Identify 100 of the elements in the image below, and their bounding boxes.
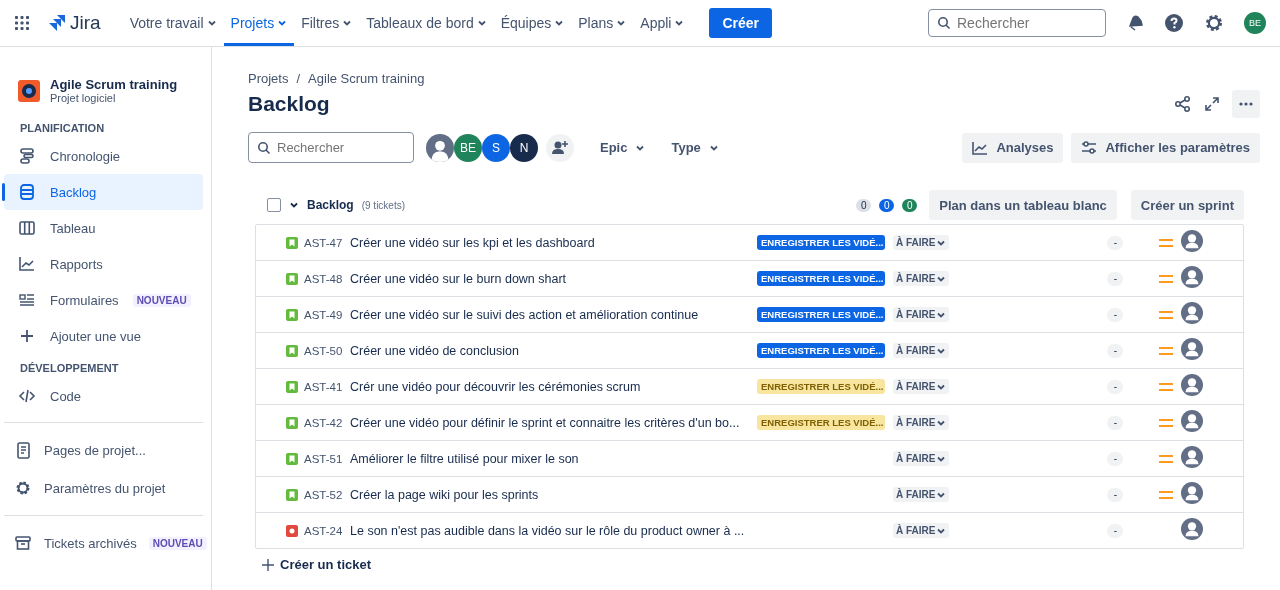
issue-row[interactable]: AST-50 Créer une vidéo de conclusion ENREGISTRER LES VIDÉ... À FAIRE - xyxy=(256,332,1243,368)
nav-tab[interactable]: Tableaux de bord xyxy=(359,0,494,46)
link-label: Pages de projet... xyxy=(44,442,146,458)
issue-row[interactable]: AST-51 Améliorer le filtre utilisé pour mixer le son À FAIRE - xyxy=(256,440,1243,476)
nav-tab[interactable]: Appli xyxy=(633,0,692,46)
breadcrumb-link[interactable]: Projets xyxy=(248,71,289,86)
issue-summary: Crér une vidéo pour découvrir les cérémonies scrum xyxy=(350,379,642,394)
sidebar-item[interactable]: Backlog xyxy=(4,174,203,210)
user-avatar-icon xyxy=(1181,302,1204,324)
status-dropdown[interactable]: À FAIRE xyxy=(893,487,950,502)
link-label: Paramètres du projet xyxy=(44,480,166,496)
epic-tag: ENREGISTRER LES VIDÉ... xyxy=(757,235,885,250)
chevron-down-icon xyxy=(342,18,353,28)
issue-key[interactable]: AST-49 xyxy=(304,308,343,321)
create-ticket-button[interactable]: Créer un ticket xyxy=(262,557,1244,572)
user-avatar[interactable]: N xyxy=(510,133,538,162)
user-avatar-icon xyxy=(1181,374,1204,396)
new-badge: NOUVEAU xyxy=(132,293,191,307)
sidebar-item[interactable]: Ajouter une vue xyxy=(4,318,203,354)
nav-tab[interactable]: Votre travail xyxy=(122,0,224,46)
issue-row[interactable]: AST-47 Créer une vidéo sur les kpi et les dashboard ENREGISTRER LES VIDÉ... À FAIRE - xyxy=(256,225,1243,260)
status-dropdown[interactable]: À FAIRE xyxy=(893,415,950,430)
issue-key[interactable]: AST-24 xyxy=(304,524,343,537)
issue-key[interactable]: AST-47 xyxy=(304,236,343,249)
issue-row[interactable]: AST-41 Crér une vidéo pour découvrir les cérémonies scrum ENREGISTRER LES VIDÉ... À FAIRE - xyxy=(256,368,1243,404)
issue-row[interactable]: AST-42 Créer une vidéo pour définir le sprint et connaitre les critères d'un bo... ENREGISTRER LES VIDÉ... À FAIRE - xyxy=(256,404,1243,440)
sidebar-item[interactable]: Formulaires NOUVEAU xyxy=(4,282,203,318)
issue-row[interactable]: AST-49 Créer une vidéo sur le suivi des action et amélioration continue ENREGISTRER LES VIDÉ... À FAIRE - xyxy=(256,296,1243,332)
breadcrumb-link[interactable]: Agile Scrum training xyxy=(308,71,425,86)
sidebar-item[interactable]: Code xyxy=(4,378,203,414)
plus-icon xyxy=(262,558,274,571)
status-dropdown[interactable]: À FAIRE xyxy=(893,271,950,286)
epic-tag: ENREGISTRER LES VIDÉ... xyxy=(757,307,885,322)
expand-icon[interactable] xyxy=(1204,96,1220,112)
app-grid-icon[interactable] xyxy=(14,15,30,31)
sidebar-link[interactable]: Paramètres du projet xyxy=(4,469,203,507)
item-label: Formulaires xyxy=(50,292,119,308)
create-sprint-button[interactable]: Créer un sprint xyxy=(1130,190,1244,220)
sidebar-item[interactable]: Rapports xyxy=(4,246,203,282)
issue-key[interactable]: AST-42 xyxy=(304,416,343,429)
nav-tab[interactable]: Équipes xyxy=(493,0,572,46)
estimate-badge: - xyxy=(1107,451,1124,466)
status-dropdown[interactable]: À FAIRE xyxy=(893,307,950,322)
view-settings-button[interactable]: Afficher les paramètres xyxy=(1071,132,1260,163)
user-avatar[interactable]: S xyxy=(482,133,510,162)
issue-row[interactable]: AST-48 Créer une vidéo sur le burn down shart ENREGISTRER LES VIDÉ... À FAIRE - xyxy=(256,260,1243,296)
sidebar-link[interactable]: Pages de projet... xyxy=(4,431,203,469)
user-avatar-icon xyxy=(1181,410,1204,432)
backlog-title: Backlog xyxy=(307,198,354,212)
issue-summary: Le son n'est pas audible dans la vidéo sur le rôle du product owner à ... xyxy=(350,523,746,538)
form-icon xyxy=(18,291,36,309)
epic-tag: ENREGISTRER LES VIDÉ... xyxy=(757,379,885,394)
whiteboard-plan-button[interactable]: Plan dans un tableau blanc xyxy=(929,190,1117,220)
chevron-down-icon xyxy=(206,18,217,28)
issue-key[interactable]: AST-51 xyxy=(304,452,343,465)
estimate-badge: - xyxy=(1107,379,1124,394)
status-dropdown[interactable]: À FAIRE xyxy=(893,343,950,358)
user-avatar-icon xyxy=(1181,482,1204,504)
project-name: Agile Scrum training xyxy=(50,77,178,92)
issue-key[interactable]: AST-52 xyxy=(304,488,343,501)
bell-icon[interactable] xyxy=(1126,14,1144,32)
nav-tab[interactable]: Plans xyxy=(571,0,634,46)
filter-dropdown[interactable]: Epic xyxy=(600,140,646,155)
line-chart-icon xyxy=(18,255,36,273)
help-icon[interactable] xyxy=(1164,13,1184,33)
filter-dropdown[interactable]: Type xyxy=(671,140,719,155)
stacked-list-icon xyxy=(18,183,36,201)
settings-icon[interactable] xyxy=(1204,13,1224,33)
chevron-down-icon xyxy=(616,18,627,28)
sidebar-item[interactable]: Tableau xyxy=(4,210,203,246)
epic-tag: ENREGISTRER LES VIDÉ... xyxy=(757,343,885,358)
code-icon xyxy=(18,387,36,405)
breadcrumb-separator: / xyxy=(296,71,301,86)
nav-tab[interactable]: Projets xyxy=(223,0,295,46)
issue-key[interactable]: AST-50 xyxy=(304,344,343,357)
add-person-icon[interactable] xyxy=(546,133,574,162)
issue-row[interactable]: AST-52 Créer la page wiki pour les sprints À FAIRE - xyxy=(256,476,1243,512)
user-avatar[interactable]: BE xyxy=(1244,12,1266,34)
create-button[interactable]: Créer xyxy=(709,8,773,38)
issue-key[interactable]: AST-48 xyxy=(304,272,343,285)
issue-summary: Améliorer le filtre utilisé pour mixer le son xyxy=(350,451,580,466)
nav-tab[interactable]: Filtres xyxy=(294,0,360,46)
share-icon[interactable] xyxy=(1174,95,1192,113)
checkbox[interactable] xyxy=(267,198,281,212)
issue-key[interactable]: AST-41 xyxy=(304,380,343,393)
search-field[interactable]: Rechercher xyxy=(248,132,414,163)
status-dropdown[interactable]: À FAIRE xyxy=(893,235,950,250)
issue-row[interactable]: AST-24 Le son n'est pas audible dans la vidéo sur le rôle du product owner à ... À FAIRE - xyxy=(256,512,1243,548)
issue-summary: Créer une vidéo sur le suivi des action et amélioration continue xyxy=(350,307,700,322)
estimate-badge: - xyxy=(1107,415,1124,430)
status-dropdown[interactable]: À FAIRE xyxy=(893,451,950,466)
insights-button[interactable]: Analyses xyxy=(962,132,1064,163)
user-avatar[interactable] xyxy=(426,133,454,162)
status-dropdown[interactable]: À FAIRE xyxy=(893,523,950,538)
sidebar-item[interactable]: Chronologie xyxy=(4,138,203,174)
user-avatar[interactable]: BE xyxy=(454,133,482,162)
status-dropdown[interactable]: À FAIRE xyxy=(893,379,950,394)
project-icon xyxy=(18,79,40,102)
search-field[interactable]: Rechercher xyxy=(928,9,1106,37)
ticket-count: (9 tickets) xyxy=(361,199,406,211)
